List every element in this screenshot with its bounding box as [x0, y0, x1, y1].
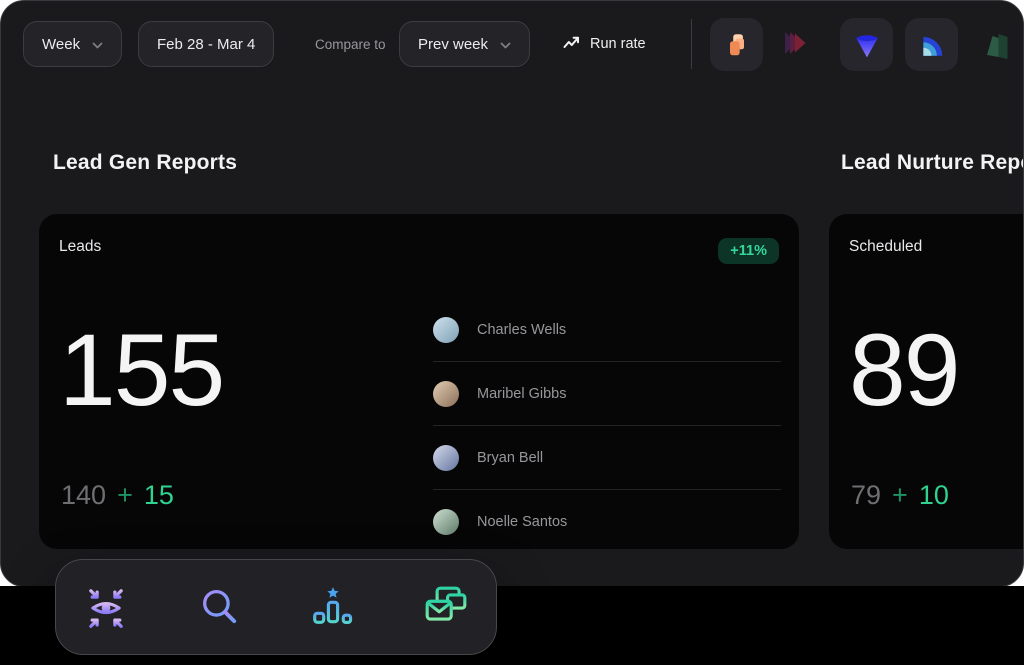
green-bars-glyph: [985, 29, 1024, 61]
run-rate-toggle[interactable]: Run rate: [563, 1, 646, 87]
mail-campaigns-glyph: [423, 584, 469, 630]
scheduled-previous-row: 79 + 10: [851, 480, 949, 511]
mail-campaigns-icon[interactable]: [423, 584, 469, 630]
red-chevrons-glyph: [782, 29, 812, 57]
list-item-person[interactable]: Noelle Santos: [433, 490, 781, 554]
leads-change-badge: +11%: [718, 238, 779, 264]
leads-previous-row: 140 + 15: [61, 480, 174, 511]
section-title-lead-nurture: Lead Nurture Reports: [841, 151, 1024, 175]
leads-delta-value: 15: [144, 480, 174, 511]
chevron-down-icon: [92, 36, 103, 53]
period-selector-label: Week: [42, 36, 80, 53]
person-name: Charles Wells: [477, 322, 566, 338]
leads-card-title: Leads: [59, 238, 101, 256]
date-range-label: Feb 28 - Mar 4: [157, 36, 255, 53]
scheduled-delta-value: 10: [919, 480, 949, 511]
avatar: [433, 445, 459, 471]
section-title-lead-gen: Lead Gen Reports: [53, 151, 237, 175]
focus-eye-glyph: [83, 584, 129, 630]
chevron-down-icon: [500, 36, 511, 53]
toolbar-divider: [691, 19, 692, 69]
run-rate-label: Run rate: [590, 36, 646, 52]
list-item-person[interactable]: Bryan Bell: [433, 426, 781, 490]
avatar: [433, 381, 459, 407]
avatar: [433, 317, 459, 343]
teal-arc-glyph: [918, 31, 946, 59]
scheduled-value: 89: [849, 319, 958, 421]
leaderboard-icon[interactable]: [310, 584, 356, 630]
leaderboard-glyph: [310, 584, 356, 630]
list-item-person[interactable]: Maribel Gibbs: [433, 362, 781, 426]
scheduled-previous-value: 79: [851, 480, 881, 511]
blue-funnel-glyph: [853, 31, 881, 59]
search-analytics-glyph: [196, 584, 242, 630]
compare-period-label: Prev week: [418, 36, 488, 53]
orange-blocks-app-icon[interactable]: [710, 18, 763, 71]
trend-up-icon: [563, 35, 580, 54]
person-name: Maribel Gibbs: [477, 386, 566, 402]
blue-funnel-app-icon[interactable]: [840, 18, 893, 71]
leads-people-list: Charles Wells Maribel Gibbs Bryan Bell N…: [433, 298, 781, 554]
orange-blocks-glyph: [723, 31, 751, 59]
avatar: [433, 509, 459, 535]
green-bars-app-icon[interactable]: [985, 29, 1024, 61]
leads-plus-sign: +: [117, 480, 133, 511]
scheduled-plus-sign: +: [892, 480, 908, 511]
top-toolbar: Week Feb 28 - Mar 4 Compare to Prev week: [1, 1, 1023, 87]
floating-action-dock: [55, 559, 497, 655]
screenshot-stage: Week Feb 28 - Mar 4 Compare to Prev week: [0, 0, 1024, 665]
red-chevrons-app-icon[interactable]: [782, 29, 812, 57]
scheduled-card: Scheduled 89 79 + 10: [829, 214, 1024, 549]
leads-previous-value: 140: [61, 480, 106, 511]
compare-period-selector[interactable]: Prev week: [399, 21, 530, 67]
compare-to-label: Compare to: [315, 1, 386, 87]
date-range-selector[interactable]: Feb 28 - Mar 4: [138, 21, 274, 67]
list-item-person[interactable]: Charles Wells: [433, 298, 781, 362]
person-name: Bryan Bell: [477, 450, 543, 466]
leads-value: 155: [59, 319, 223, 421]
person-name: Noelle Santos: [477, 514, 567, 530]
scheduled-card-title: Scheduled: [849, 238, 922, 256]
focus-eye-icon[interactable]: [83, 584, 129, 630]
dashboard-window: Week Feb 28 - Mar 4 Compare to Prev week: [0, 0, 1024, 587]
leads-card: Leads +11% 155 140 + 15 Charles Wells Ma…: [39, 214, 799, 549]
teal-arc-app-icon[interactable]: [905, 18, 958, 71]
period-selector[interactable]: Week: [23, 21, 122, 67]
search-analytics-icon[interactable]: [196, 584, 242, 630]
